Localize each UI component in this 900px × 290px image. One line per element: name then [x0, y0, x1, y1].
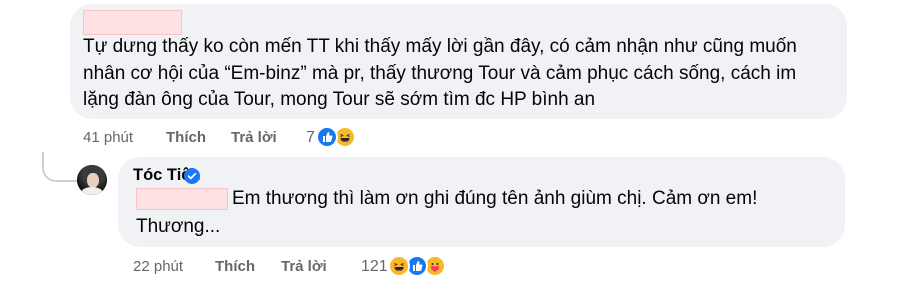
haha-icon	[388, 255, 410, 277]
reply-button[interactable]: Trả lời	[231, 129, 277, 146]
redacted-mention	[136, 188, 228, 210]
reaction-count: 121	[361, 258, 388, 275]
reaction-count: 7	[306, 129, 315, 146]
comment-text: Tự dưng thấy ko còn mến TT khi thấy mấy …	[83, 36, 797, 110]
reply-text-line-1: Em thương thì làm ơn ghi đúng tên ảnh gi…	[232, 188, 758, 209]
comment-time[interactable]: 22 phút	[133, 258, 183, 275]
reply-text-line-2: Thương...	[136, 216, 221, 237]
like-icon	[316, 126, 338, 148]
reply-thread-line	[42, 152, 78, 182]
verified-badge-icon	[184, 168, 200, 184]
comment-time[interactable]: 41 phút	[83, 129, 133, 146]
avatar[interactable]	[77, 165, 107, 195]
reply-button[interactable]: Trả lời	[281, 258, 327, 275]
like-button[interactable]: Thích	[215, 258, 255, 275]
redacted-author-name	[83, 10, 182, 35]
reaction-summary[interactable]: 121	[361, 255, 461, 277]
like-button[interactable]: Thích	[166, 129, 206, 146]
reaction-summary[interactable]: 7	[306, 126, 366, 148]
